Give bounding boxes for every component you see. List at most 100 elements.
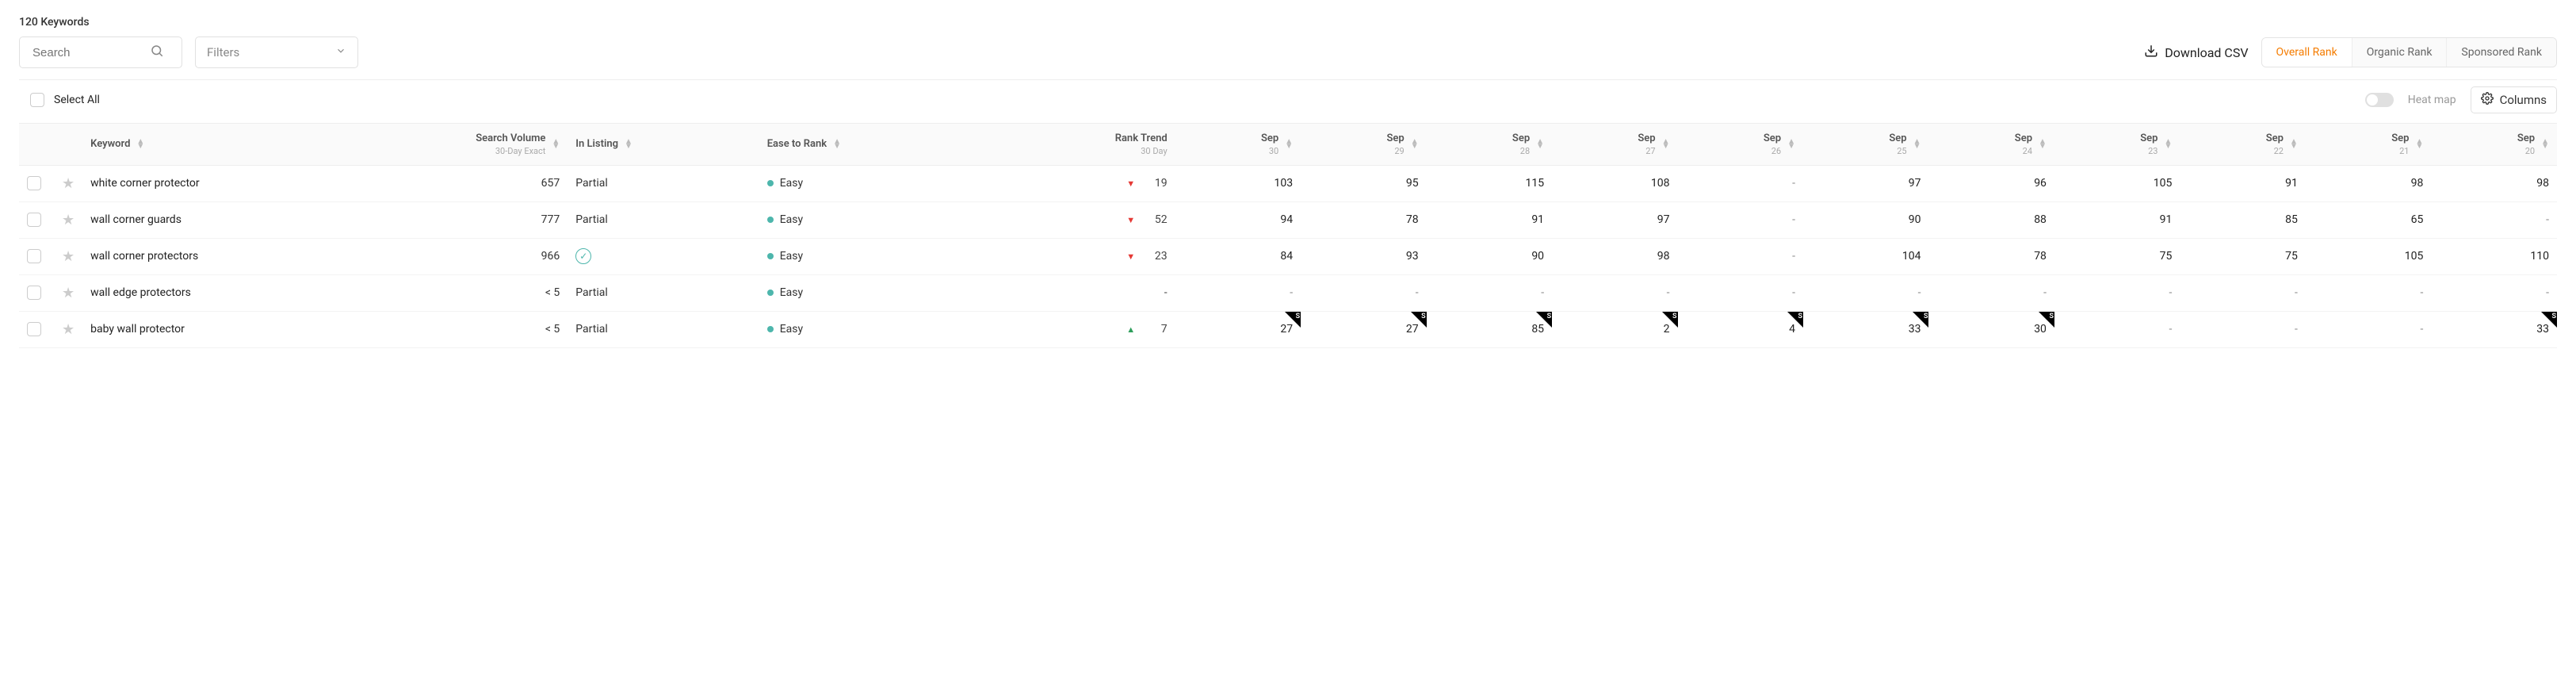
gear-icon [2481,92,2494,108]
cell-keyword[interactable]: wall corner protectors [82,238,304,274]
cell-ease: Easy [759,201,996,238]
cell-rank: 91 [2054,201,2180,238]
cell-in-listing: Partial [568,274,759,311]
col-rank-trend[interactable]: Rank Trend30 Day [996,124,1175,165]
cell-rank: - [2180,274,2305,311]
cell-rank: 97 [1552,201,1677,238]
star-icon[interactable]: ★ [62,321,75,338]
cell-search-volume: 657 [304,165,568,201]
cell-rank-trend: ▲7 [996,311,1175,347]
cell-keyword[interactable]: wall edge protectors [82,274,304,311]
cell-rank: - [2306,274,2431,311]
sponsored-badge-icon [1536,312,1552,328]
cell-rank: 94 [1175,201,1301,238]
cell-rank: 96 [1928,165,2054,201]
cell-ease: Easy [759,274,996,311]
cell-rank: 93 [1301,238,1426,274]
row-checkbox[interactable] [27,286,41,300]
cell-rank: 27 [1175,311,1301,347]
col-date[interactable]: Sep26▲▼ [1678,124,1803,165]
heatmap-label: Heat map [2408,94,2456,106]
cell-rank: 91 [1427,201,1552,238]
cell-rank: - [1552,274,1677,311]
star-icon[interactable]: ★ [62,285,75,301]
col-keyword[interactable]: Keyword▲▼ [82,124,304,165]
cell-search-volume: 966 [304,238,568,274]
select-all-checkbox[interactable] [30,93,44,107]
col-date[interactable]: Sep29▲▼ [1301,124,1426,165]
row-checkbox[interactable] [27,176,41,190]
cell-rank: 4 [1678,311,1803,347]
cell-rank: - [1928,274,2054,311]
sort-icon: ▲▼ [625,140,633,149]
cell-rank: - [2054,274,2180,311]
cell-rank: - [1175,274,1301,311]
trend-down-icon: ▼ [1123,178,1139,189]
cell-rank: - [1803,274,1928,311]
cell-keyword[interactable]: baby wall protector [82,311,304,347]
download-icon [2144,44,2158,61]
download-csv-button[interactable]: Download CSV [2144,44,2248,61]
table-row: ★wall corner protectors966✓Easy▼23849390… [19,238,2557,274]
tab-overall-rank[interactable]: Overall Rank [2262,38,2352,67]
star-icon[interactable]: ★ [62,175,75,192]
table-row: ★white corner protector657PartialEasy▼19… [19,165,2557,201]
cell-rank: 65 [2306,201,2431,238]
col-date[interactable]: Sep23▲▼ [2054,124,2180,165]
cell-rank: 27 [1301,311,1426,347]
star-icon[interactable]: ★ [62,212,75,228]
row-checkbox[interactable] [27,213,41,227]
star-icon[interactable]: ★ [62,248,75,265]
row-checkbox[interactable] [27,322,41,336]
cell-rank: 33 [2431,311,2557,347]
cell-rank: 88 [1928,201,2054,238]
cell-keyword[interactable]: wall corner guards [82,201,304,238]
sponsored-badge-icon [2541,312,2557,328]
col-date[interactable]: Sep30▲▼ [1175,124,1301,165]
cell-rank: - [2180,311,2305,347]
col-date[interactable]: Sep28▲▼ [1427,124,1552,165]
columns-button[interactable]: Columns [2471,86,2557,113]
cell-in-listing: ✓ [568,238,759,274]
tab-organic-rank[interactable]: Organic Rank [2352,38,2447,67]
filters-label: Filters [207,45,239,59]
col-date[interactable]: Sep21▲▼ [2306,124,2431,165]
col-search-volume[interactable]: Search Volume30-Day Exact▲▼ [304,124,568,165]
cell-rank: 105 [2054,165,2180,201]
sort-icon: ▲▼ [136,140,144,149]
cell-rank: 2 [1552,311,1677,347]
col-date[interactable]: Sep20▲▼ [2431,124,2557,165]
controls-left: Filters [19,36,358,68]
col-checkbox [19,124,54,165]
tab-sponsored-rank[interactable]: Sponsored Rank [2446,38,2556,67]
cell-rank: - [2054,311,2180,347]
controls-right: Download CSV Overall Rank Organic Rank S… [2144,37,2557,67]
cell-rank: - [1678,165,1803,201]
table-body: ★white corner protector657PartialEasy▼19… [19,165,2557,347]
select-all-label: Select All [54,94,100,106]
sponsored-badge-icon [1411,312,1427,328]
col-date[interactable]: Sep22▲▼ [2180,124,2305,165]
cell-rank: 98 [2431,165,2557,201]
heatmap-toggle[interactable] [2365,93,2394,107]
cell-ease: Easy [759,238,996,274]
sponsored-badge-icon [1913,312,1928,328]
col-date[interactable]: Sep27▲▼ [1552,124,1677,165]
cell-keyword[interactable]: white corner protector [82,165,304,201]
select-all[interactable]: Select All [19,93,100,107]
search-box[interactable] [19,36,182,68]
search-input[interactable] [31,45,150,60]
cell-search-volume: 777 [304,201,568,238]
cell-search-volume: < 5 [304,274,568,311]
table-toolbar-right: Heat map Columns [2365,86,2557,113]
col-in-listing[interactable]: In Listing▲▼ [568,124,759,165]
cell-rank: 110 [2431,238,2557,274]
col-date[interactable]: Sep24▲▼ [1928,124,2054,165]
col-date[interactable]: Sep25▲▼ [1803,124,1928,165]
keywords-table: Keyword▲▼ Search Volume30-Day Exact▲▼ In… [19,124,2557,348]
col-ease-to-rank[interactable]: Ease to Rank▲▼ [759,124,996,165]
row-checkbox[interactable] [27,249,41,263]
cell-rank: - [1427,274,1552,311]
filters-dropdown[interactable]: Filters [195,36,358,68]
sponsored-badge-icon [2039,312,2054,328]
